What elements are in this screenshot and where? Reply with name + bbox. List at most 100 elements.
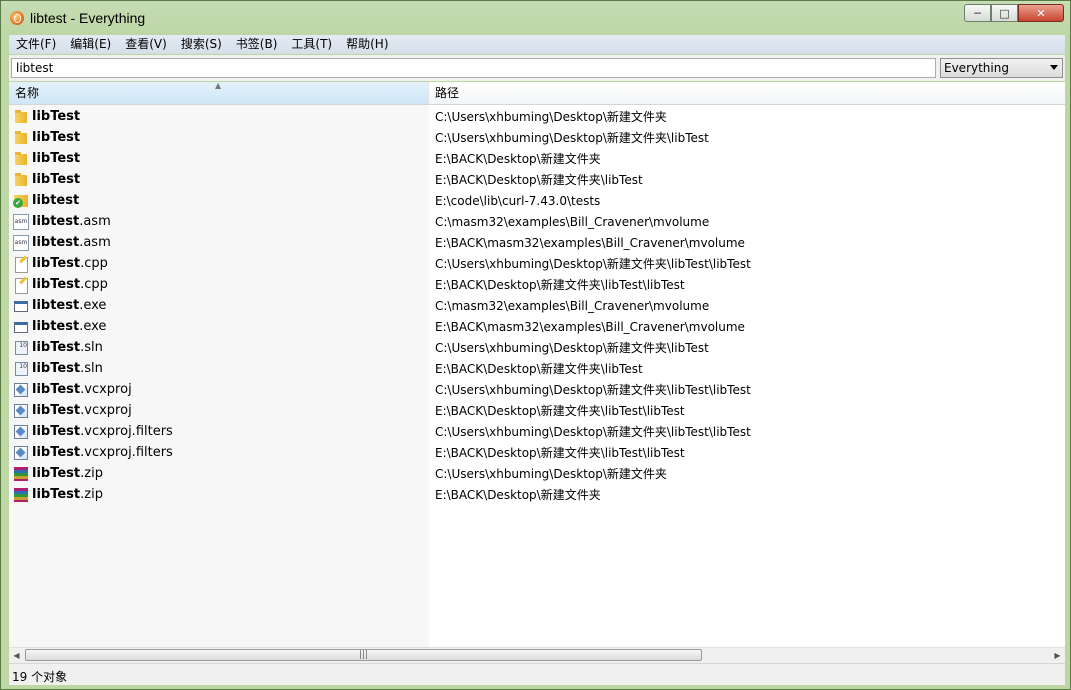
file-path-cell[interactable]: C:\Users\xhbuming\Desktop\新建文件夹 — [429, 465, 1065, 482]
scroll-right-icon[interactable]: ▶ — [1050, 648, 1065, 663]
file-name-cell[interactable]: libTest — [9, 151, 429, 167]
file-name-cell[interactable]: libTest.cpp — [9, 277, 429, 294]
result-rows: libTest C:\Users\xhbuming\Desktop\新建文件夹 li… — [9, 106, 1065, 505]
table-row[interactable]: libTest C:\Users\xhbuming\Desktop\新建文件夹\l… — [9, 127, 1065, 148]
file-path-cell[interactable]: E:\BACK\Desktop\新建文件夹\libTest — [429, 360, 1065, 377]
folder-icon — [13, 172, 29, 188]
file-name-cell[interactable]: libTest — [9, 130, 429, 146]
file-name-cell[interactable]: libTest.cpp — [9, 256, 429, 273]
file-name-cell[interactable]: libTest.sln — [9, 340, 429, 356]
asm-file-icon: asm — [13, 234, 29, 251]
table-row[interactable]: libTest.zip E:\BACK\Desktop\新建文件夹 — [9, 484, 1065, 505]
file-name-cell[interactable]: libTest.zip — [9, 466, 429, 482]
file-path-cell[interactable]: E:\BACK\Desktop\新建文件夹 — [429, 486, 1065, 503]
table-row[interactable]: asm libtest.asm C:\masm32\examples\Bill_Cr… — [9, 211, 1065, 232]
file-path-cell[interactable]: E:\BACK\Desktop\新建文件夹\libTest\libTest — [429, 444, 1065, 461]
file-path-cell[interactable]: E:\BACK\masm32\examples\Bill_Cravener\mv… — [429, 236, 1065, 250]
file-path-cell[interactable]: C:\Users\xhbuming\Desktop\新建文件夹\libTest — [429, 129, 1065, 146]
file-name-cell[interactable]: libtest.exe — [9, 298, 429, 314]
menu-item-2[interactable]: 查看(V) — [118, 35, 174, 54]
file-name-cell[interactable]: libTest.zip — [9, 487, 429, 503]
filter-dropdown[interactable]: Everything — [940, 58, 1063, 78]
file-path-cell[interactable]: C:\masm32\examples\Bill_Cravener\mvolume — [429, 299, 1065, 313]
search-input[interactable] — [11, 58, 936, 78]
maximize-button[interactable]: □ — [991, 4, 1018, 22]
file-name-cell[interactable]: libTest.sln — [9, 361, 429, 377]
menu-item-5[interactable]: 工具(T) — [284, 35, 339, 54]
file-name-match: libTest — [32, 340, 81, 355]
file-name-match: libTest — [32, 130, 81, 145]
table-row[interactable]: libTest.sln E:\BACK\Desktop\新建文件夹\libTest — [9, 358, 1065, 379]
table-row[interactable]: libTest.vcxproj.filters E:\BACK\Desktop\新… — [9, 442, 1065, 463]
file-name-match: libTest — [32, 424, 81, 439]
file-path-cell[interactable]: E:\BACK\Desktop\新建文件夹\libTest\libTest — [429, 276, 1065, 293]
filter-selected-value: Everything — [944, 61, 1009, 75]
file-name-cell[interactable]: libtest — [9, 193, 429, 209]
file-name-extension: .asm — [79, 214, 111, 229]
file-name-match: libtest — [32, 193, 80, 208]
everything-app-icon[interactable] — [10, 11, 24, 25]
file-name-cell[interactable]: libTest — [9, 109, 429, 125]
file-name-cell[interactable]: asm libtest.asm — [9, 213, 429, 230]
menu-item-6[interactable]: 帮助(H) — [339, 35, 395, 54]
file-path-cell[interactable]: C:\Users\xhbuming\Desktop\新建文件夹\libTest — [429, 339, 1065, 356]
zip-file-icon — [13, 466, 29, 482]
column-header-name[interactable]: 名称 ▲ — [9, 82, 429, 104]
table-row[interactable]: libTest.sln C:\Users\xhbuming\Desktop\新建文… — [9, 337, 1065, 358]
table-row[interactable]: libTest.cpp C:\Users\xhbuming\Desktop\新建文… — [9, 253, 1065, 274]
file-path-cell[interactable]: E:\BACK\masm32\examples\Bill_Cravener\mv… — [429, 320, 1065, 334]
file-path-cell[interactable]: C:\masm32\examples\Bill_Cravener\mvolume — [429, 215, 1065, 229]
table-row[interactable]: libTest C:\Users\xhbuming\Desktop\新建文件夹 — [9, 106, 1065, 127]
file-name-match: libTest — [32, 277, 81, 292]
menu-item-1[interactable]: 编辑(E) — [63, 35, 118, 54]
file-path-cell[interactable]: E:\BACK\Desktop\新建文件夹\libTest — [429, 171, 1065, 188]
table-row[interactable]: libtest.exe E:\BACK\masm32\examples\Bill_… — [9, 316, 1065, 337]
file-name-match: libTest — [32, 382, 81, 397]
file-name-match: libtest — [32, 319, 80, 334]
table-row[interactable]: libTest.cpp E:\BACK\Desktop\新建文件夹\libTest… — [9, 274, 1065, 295]
file-path-cell[interactable]: C:\Users\xhbuming\Desktop\新建文件夹\libTest\… — [429, 255, 1065, 272]
file-name-cell[interactable]: libTest.vcxproj — [9, 403, 429, 419]
file-name-cell[interactable]: libTest.vcxproj.filters — [9, 445, 429, 461]
scroll-thumb[interactable]: ||| — [25, 649, 702, 661]
file-name-cell[interactable]: libtest.exe — [9, 319, 429, 335]
minimize-button[interactable]: ─ — [964, 4, 991, 22]
file-name-cell[interactable]: libTest — [9, 172, 429, 188]
close-button[interactable]: ✕ — [1018, 4, 1064, 22]
table-row[interactable]: libTest E:\BACK\Desktop\新建文件夹\libTest — [9, 169, 1065, 190]
menu-bar: 文件(F) 编辑(E) 查看(V) 搜索(S) 书签(B) 工具(T) 帮助(H) — [9, 35, 1065, 54]
folder-icon — [13, 130, 29, 146]
file-path-cell[interactable]: E:\BACK\Desktop\新建文件夹\libTest\libTest — [429, 402, 1065, 419]
table-row[interactable]: libtest.exe C:\masm32\examples\Bill_Crave… — [9, 295, 1065, 316]
menu-item-3[interactable]: 搜索(S) — [174, 35, 229, 54]
menu-item-0[interactable]: 文件(F) — [9, 35, 63, 54]
file-name-match: libTest — [32, 403, 81, 418]
title-bar[interactable]: libtest - Everything ─ □ ✕ — [1, 1, 1070, 35]
file-name-cell[interactable]: libTest.vcxproj — [9, 382, 429, 398]
horizontal-scrollbar[interactable]: ◀ ||| ▶ — [9, 647, 1065, 663]
table-row[interactable]: libTest.vcxproj E:\BACK\Desktop\新建文件夹\lib… — [9, 400, 1065, 421]
file-name-cell[interactable]: libTest.vcxproj.filters — [9, 424, 429, 440]
file-name-cell[interactable]: asm libtest.asm — [9, 234, 429, 251]
file-path-cell[interactable]: E:\BACK\Desktop\新建文件夹 — [429, 150, 1065, 167]
file-name: libTest.vcxproj.filters — [32, 445, 173, 460]
file-path-cell[interactable]: C:\Users\xhbuming\Desktop\新建文件夹\libTest\… — [429, 381, 1065, 398]
file-name-match: libTest — [32, 466, 81, 481]
file-name: libTest.vcxproj.filters — [32, 424, 173, 439]
column-header-path[interactable]: 路径 — [429, 82, 1065, 104]
zip-file-icon — [13, 487, 29, 503]
file-name-match: libTest — [32, 109, 81, 124]
file-path-cell[interactable]: E:\code\lib\curl-7.43.0\tests — [429, 194, 1065, 208]
file-path-cell[interactable]: C:\Users\xhbuming\Desktop\新建文件夹\libTest\… — [429, 423, 1065, 440]
menu-item-4[interactable]: 书签(B) — [229, 35, 285, 54]
table-row[interactable]: libtest E:\code\lib\curl-7.43.0\tests — [9, 190, 1065, 211]
scroll-left-icon[interactable]: ◀ — [9, 648, 24, 663]
file-name: libtest.asm — [32, 235, 111, 250]
table-row[interactable]: libTest.vcxproj.filters C:\Users\xhbuming… — [9, 421, 1065, 442]
table-row[interactable]: libTest.vcxproj C:\Users\xhbuming\Desktop… — [9, 379, 1065, 400]
table-row[interactable]: asm libtest.asm E:\BACK\masm32\examples\Bi… — [9, 232, 1065, 253]
file-path-cell[interactable]: C:\Users\xhbuming\Desktop\新建文件夹 — [429, 108, 1065, 125]
file-name: libTest — [32, 172, 80, 187]
table-row[interactable]: libTest.zip C:\Users\xhbuming\Desktop\新建文… — [9, 463, 1065, 484]
table-row[interactable]: libTest E:\BACK\Desktop\新建文件夹 — [9, 148, 1065, 169]
